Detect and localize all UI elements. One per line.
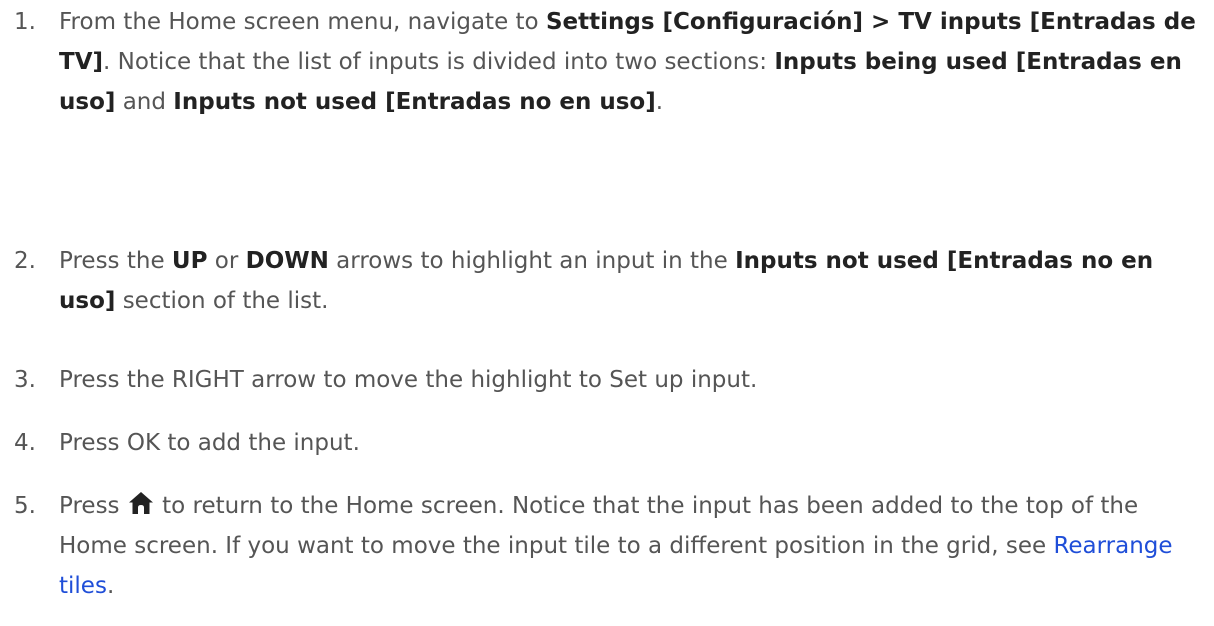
step-number: 2.	[14, 248, 36, 274]
step-text-part: . Notice that the list of inputs is divi…	[103, 49, 775, 75]
down-key-label: DOWN	[245, 248, 329, 274]
inputs-not-used-label: Inputs not used [Entradas no en uso]	[173, 89, 656, 115]
step-text-part: and	[115, 89, 174, 115]
step-text-part: arrows to highlight an input in the	[328, 248, 736, 274]
step-number: 5.	[14, 493, 36, 519]
step-text-part: or	[207, 248, 246, 274]
home-icon	[128, 491, 154, 515]
step-text-part: .	[106, 573, 115, 599]
step-text: Press the UP or DOWN arrows to highlight…	[59, 241, 1204, 321]
step-number: 1.	[14, 9, 36, 35]
step-text-part: Press the	[59, 248, 172, 274]
step-text-part: .	[655, 89, 664, 115]
step-text-part: Press	[59, 493, 127, 519]
step-text: Press to return to the Home screen. Noti…	[59, 486, 1204, 606]
up-key-label: UP	[171, 248, 208, 274]
instructions-document: 1. From the Home screen menu, navigate t…	[0, 0, 1214, 626]
step-number: 3.	[14, 367, 36, 393]
step-text: Press OK to add the input.	[59, 430, 360, 456]
step-text-part: to return to the Home screen. Notice tha…	[59, 493, 1139, 559]
step-text: From the Home screen menu, navigate to S…	[59, 2, 1204, 122]
step-text-part: section of the list.	[115, 288, 329, 314]
step-text: Press the RIGHT arrow to move the highli…	[59, 367, 758, 393]
step-number: 4.	[14, 430, 36, 456]
step-text-part: From the Home screen menu, navigate to	[59, 9, 546, 35]
